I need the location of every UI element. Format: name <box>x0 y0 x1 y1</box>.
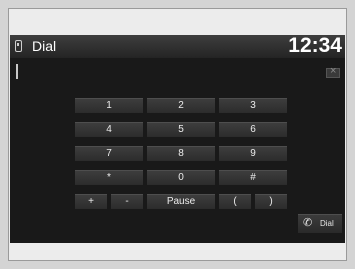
key-7[interactable]: 7 <box>75 146 143 161</box>
key-1[interactable]: 1 <box>75 98 143 113</box>
key-pause[interactable]: Pause <box>147 194 215 209</box>
key-2[interactable]: 2 <box>147 98 215 113</box>
number-input-cursor[interactable] <box>16 64 18 79</box>
header-bar: Dial 12:34 <box>10 35 345 58</box>
dial-button[interactable]: ✆ Dial <box>298 214 342 233</box>
key-open-paren[interactable]: ( <box>219 194 251 209</box>
key-8[interactable]: 8 <box>147 146 215 161</box>
key-4[interactable]: 4 <box>75 122 143 137</box>
key-5[interactable]: 5 <box>147 122 215 137</box>
key-3[interactable]: 3 <box>219 98 287 113</box>
handset-icon: ✆ <box>303 217 313 229</box>
key-minus[interactable]: - <box>111 194 143 209</box>
page-title: Dial <box>32 38 57 54</box>
key-6[interactable]: 6 <box>219 122 287 137</box>
dial-screen: Dial 12:34 1 2 3 4 5 6 7 8 9 * 0 # + - P… <box>10 35 345 243</box>
key-0[interactable]: 0 <box>147 170 215 185</box>
clock: 12:34 <box>288 35 342 57</box>
key-plus[interactable]: + <box>75 194 107 209</box>
key-9[interactable]: 9 <box>219 146 287 161</box>
backspace-icon[interactable] <box>326 65 340 78</box>
key-star[interactable]: * <box>75 170 143 185</box>
key-hash[interactable]: # <box>219 170 287 185</box>
key-close-paren[interactable]: ) <box>255 194 287 209</box>
phone-icon <box>15 40 22 52</box>
dial-button-label: Dial <box>320 219 334 228</box>
